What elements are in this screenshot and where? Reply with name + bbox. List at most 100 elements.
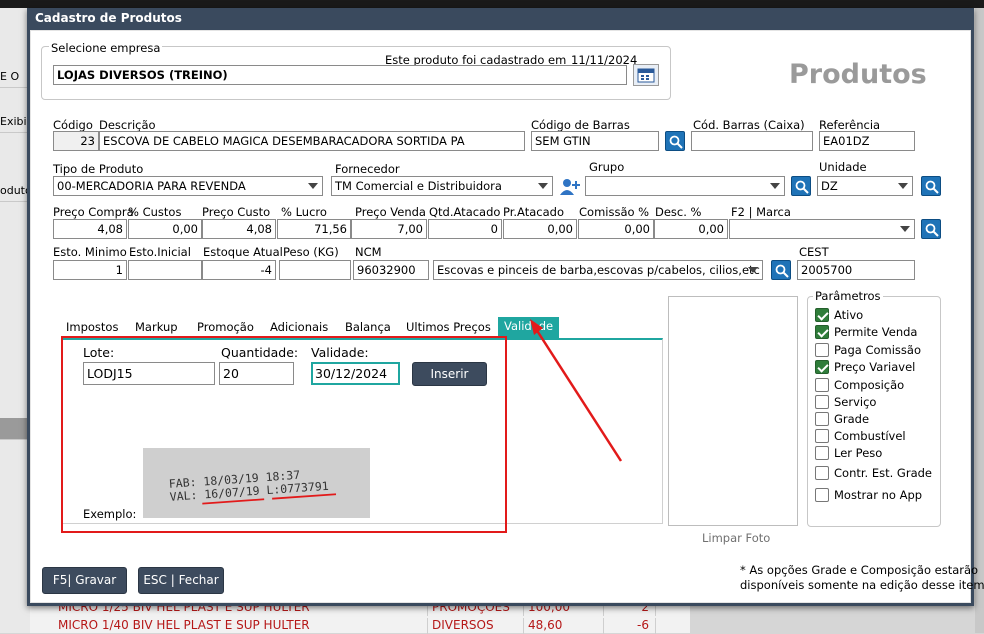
lucro-field[interactable]: 71,56 [277, 219, 351, 239]
fornecedor-select[interactable]: TM Comercial e Distribuidora [331, 176, 553, 196]
empresa-label: Selecione empresa [49, 41, 163, 55]
fechar-button[interactable]: ESC | Fechar [138, 567, 224, 594]
background-sidebar: E O Exibi oduto [0, 8, 30, 633]
inserir-button[interactable]: Inserir [412, 362, 487, 386]
checkbox-label: Composição [834, 378, 905, 392]
comissao-field[interactable]: 0,00 [578, 219, 654, 239]
checkbox[interactable] [815, 446, 829, 460]
page-title: Produtos [789, 59, 927, 90]
grid-cell-price[interactable]: 48,60 [524, 618, 604, 634]
quantidade-field[interactable]: 20 [219, 362, 294, 385]
lote-field[interactable]: LODJ15 [83, 362, 215, 385]
preco-compra-field[interactable]: 4,08 [53, 219, 127, 239]
checkbox[interactable] [815, 466, 829, 480]
preco-venda-field[interactable]: 7,00 [351, 219, 427, 239]
pr-atacado-field[interactable]: 0,00 [503, 219, 577, 239]
descricao-field[interactable]: ESCOVA DE CABELO MAGICA DESEMBARACADORA … [99, 131, 525, 151]
peso-field[interactable] [279, 260, 351, 280]
ncm-desc-value: Escovas e pinceis de barba,escovas p/cab… [437, 263, 760, 277]
custos-label: % Custos [128, 205, 182, 219]
qtd-atacado-field[interactable]: 0 [428, 219, 502, 239]
search-icon [775, 264, 789, 278]
checkbox[interactable] [815, 429, 829, 443]
marca-label: F2 | Marca [731, 205, 791, 219]
ncm-desc-select[interactable]: Escovas e pinceis de barba,escovas p/cab… [433, 260, 763, 280]
custos-field[interactable]: 0,00 [128, 219, 202, 239]
checkbox-label: Mostrar no App [834, 488, 923, 502]
descricao-label: Descrição [99, 118, 156, 132]
chevron-down-icon [748, 267, 758, 273]
ncm-label: NCM [355, 245, 382, 259]
tipo-produto-value: 00-MERCADORIA PARA REVENDA [57, 179, 246, 193]
background-sidebar-row: Exibi [0, 111, 30, 133]
esto-minimo-field[interactable]: 1 [53, 260, 127, 280]
desconto-label: Desc. % [655, 205, 702, 219]
example-stamp-image: FAB: 18/03/19 18:37 VAL: 16/07/19 L:0773… [168, 468, 337, 505]
estoque-atual-field[interactable]: -4 [202, 260, 276, 280]
search-barcode-button[interactable] [665, 131, 685, 151]
search-ncm-button[interactable] [771, 260, 791, 280]
background-sidebar-row: E O [0, 66, 30, 88]
search-unidade-button[interactable] [921, 176, 941, 196]
esto-inicial-label: Esto.Inicial [129, 245, 191, 259]
checkbox-label: Ler Peso [834, 446, 883, 460]
unidade-select[interactable]: DZ [817, 176, 913, 196]
product-photo-box[interactable] [668, 296, 798, 526]
desconto-field[interactable]: 0,00 [654, 219, 728, 239]
tab-impostos[interactable]: Impostos [66, 320, 118, 334]
checkbox[interactable] [815, 395, 829, 409]
search-marca-button[interactable] [921, 219, 941, 239]
empresa-select[interactable]: LOJAS DIVERSOS (TREINO) [53, 65, 627, 85]
peso-label: Peso (KG) [283, 245, 339, 259]
comissao-label: Comissão % [579, 205, 650, 219]
validade-date-field[interactable]: 30/12/2024 [311, 362, 400, 385]
calendar-button[interactable] [633, 64, 659, 86]
footer-note-line2: disponíveis somente na edição desse item… [740, 578, 984, 592]
checkbox[interactable] [815, 412, 829, 426]
esto-inicial-field[interactable] [128, 260, 202, 280]
gravar-button[interactable]: F5| Gravar [42, 567, 127, 594]
grupo-select[interactable] [585, 176, 785, 196]
cod-barras-caixa-field[interactable] [691, 131, 813, 151]
preco-custo-field[interactable]: 4,08 [202, 219, 276, 239]
parametros-title: Parâmetros [813, 289, 883, 303]
grid-cell-desc[interactable]: MICRO 1/40 BIV HEL PLAST E SUP HULTER [54, 618, 428, 634]
estoque-atual-label: Estoque Atual [203, 245, 283, 259]
checkbox-label: Paga Comissão [834, 343, 921, 357]
tipo-produto-select[interactable]: 00-MERCADORIA PARA REVENDA [53, 176, 323, 196]
marca-select[interactable] [729, 219, 915, 239]
codigo-barras-field[interactable]: SEM GTIN [531, 131, 659, 151]
checkbox[interactable] [815, 378, 829, 392]
checkbox[interactable] [815, 308, 829, 322]
grid-cell-group[interactable]: DIVERSOS [428, 618, 524, 634]
tab-ultimos-precos[interactable]: Ultimos Preços [406, 320, 491, 334]
grupo-label: Grupo [589, 160, 625, 174]
codigo-label: Código [53, 118, 93, 132]
checkbox[interactable] [815, 360, 829, 374]
tab-promocao[interactable]: Promoção [197, 320, 254, 334]
checkbox[interactable] [815, 343, 829, 357]
tab-markup[interactable]: Markup [135, 320, 178, 334]
referencia-label: Referência [819, 118, 881, 132]
tab-balanca[interactable]: Balança [345, 320, 391, 334]
checkbox[interactable] [815, 488, 829, 502]
tab-adicionais[interactable]: Adicionais [270, 320, 328, 334]
preco-venda-label: Preço Venda [355, 205, 426, 219]
search-icon [925, 180, 939, 194]
checkbox[interactable] [815, 325, 829, 339]
unidade-value: DZ [821, 179, 838, 193]
search-icon [925, 223, 939, 237]
grid-cell-qty[interactable]: -6 [604, 618, 656, 634]
product-dialog: Cadastro de Produtos Selecione empresa E… [27, 8, 984, 606]
add-user-icon [560, 179, 580, 195]
referencia-field[interactable]: EA01DZ [819, 131, 915, 151]
limpar-foto-button[interactable]: Limpar Foto [702, 531, 770, 545]
cest-field[interactable]: 2005700 [797, 260, 915, 280]
dialog-body: Selecione empresa Este produto foi cadas… [30, 30, 984, 603]
ncm-field[interactable]: 96032900 [353, 260, 429, 280]
background-sidebar-row: oduto [0, 180, 30, 202]
add-supplier-button[interactable] [559, 178, 581, 199]
background-sidebar-row [0, 418, 30, 440]
footer-note-line1: * As opções Grade e Composição estarão [740, 563, 979, 577]
search-grupo-button[interactable] [791, 176, 811, 196]
